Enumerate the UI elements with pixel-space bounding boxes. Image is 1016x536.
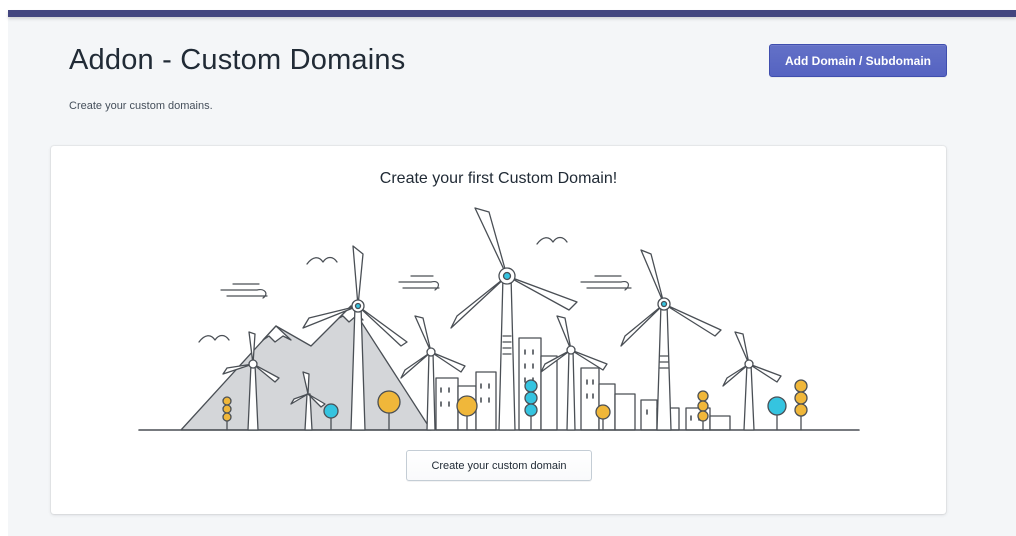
add-domain-button[interactable]: Add Domain / Subdomain <box>769 44 947 77</box>
create-custom-domain-button[interactable]: Create your custom domain <box>406 450 592 481</box>
building <box>580 367 600 431</box>
tree <box>794 379 808 431</box>
building <box>709 415 731 431</box>
building <box>435 377 459 431</box>
building <box>640 399 658 431</box>
top-bar <box>8 10 1016 17</box>
app-window: Addon - Custom Domains Create your custo… <box>0 0 1016 536</box>
tree <box>767 396 787 431</box>
wind-gust <box>220 275 632 299</box>
page-subtitle: Create your custom domains. <box>69 100 213 112</box>
building <box>475 371 497 431</box>
wind-turbine <box>722 331 782 431</box>
page-title: Addon - Custom Domains <box>69 44 406 76</box>
empty-state-card: Create your first Custom Domain! Create … <box>51 146 946 514</box>
wind-turbines-illustration <box>138 207 860 431</box>
building <box>614 393 636 431</box>
